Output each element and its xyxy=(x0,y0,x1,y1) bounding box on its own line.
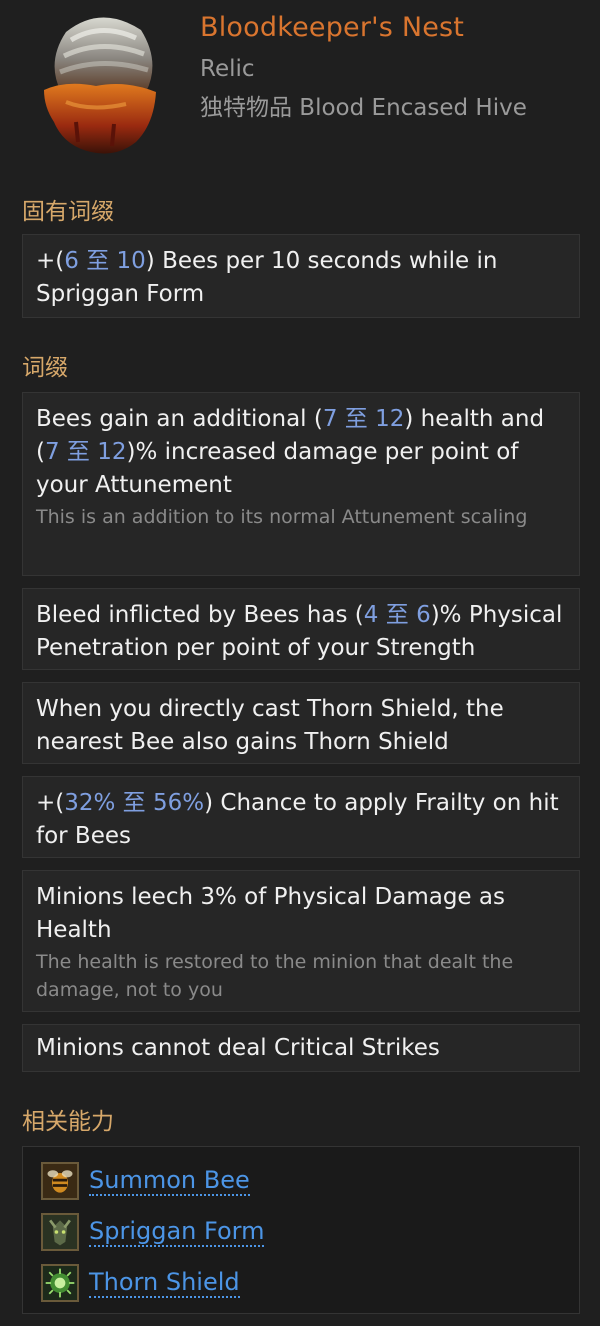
affix-text: Minions leech 3% of Physical Damage as H… xyxy=(36,884,505,943)
affix-section-title: 词缀 xyxy=(22,355,68,381)
affix-no-crit: Minions cannot deal Critical Strikes xyxy=(22,1024,580,1072)
affix-text: Bees gain an additional (7 至 12) health … xyxy=(36,406,545,498)
ability-summon-bee[interactable]: Summon Bee xyxy=(41,1162,250,1200)
ability-link[interactable]: Thorn Shield xyxy=(89,1268,240,1298)
abilities-section-title: 相关能力 xyxy=(22,1109,114,1135)
item-type: Relic xyxy=(200,56,255,82)
bee-icon xyxy=(41,1162,79,1200)
affix-note: This is an addition to its normal Attune… xyxy=(36,506,528,528)
ability-thorn-shield[interactable]: Thorn Shield xyxy=(41,1264,240,1302)
related-abilities-list: Summon Bee Spriggan Form Thorn Shield xyxy=(22,1146,580,1314)
thorn-shield-icon xyxy=(41,1264,79,1302)
item-subtitle: 独特物品 Blood Encased Hive xyxy=(200,95,527,121)
range-max: 10 xyxy=(116,248,146,274)
affix-bee-health: Bees gain an additional (7 至 12) health … xyxy=(22,392,580,576)
ability-link[interactable]: Summon Bee xyxy=(89,1166,250,1196)
item-name: Bloodkeeper's Nest xyxy=(200,12,465,43)
spriggan-icon xyxy=(41,1213,79,1251)
ability-link[interactable]: Spriggan Form xyxy=(89,1217,265,1247)
affix-note: The health is restored to the minion tha… xyxy=(36,951,514,1001)
implicit-modifier: +(6 至 10) Bees per 10 seconds while in S… xyxy=(22,234,580,318)
item-header: Bloodkeeper's Nest Relic 独特物品 Blood Enca… xyxy=(0,0,600,180)
affix-thorn-shield: When you directly cast Thorn Shield, the… xyxy=(22,682,580,764)
implicit-section-title: 固有词缀 xyxy=(22,199,114,225)
affix-bleed-penetration: Bleed inflicted by Bees has (4 至 6)% Phy… xyxy=(22,588,580,670)
affix-frailty-chance: +(32% 至 56%) Chance to apply Frailty on … xyxy=(22,776,580,858)
ability-spriggan-form[interactable]: Spriggan Form xyxy=(41,1213,265,1251)
range-min: 6 xyxy=(64,248,79,274)
blood-hive-icon xyxy=(44,17,156,154)
affix-minion-leech: Minions leech 3% of Physical Damage as H… xyxy=(22,870,580,1012)
